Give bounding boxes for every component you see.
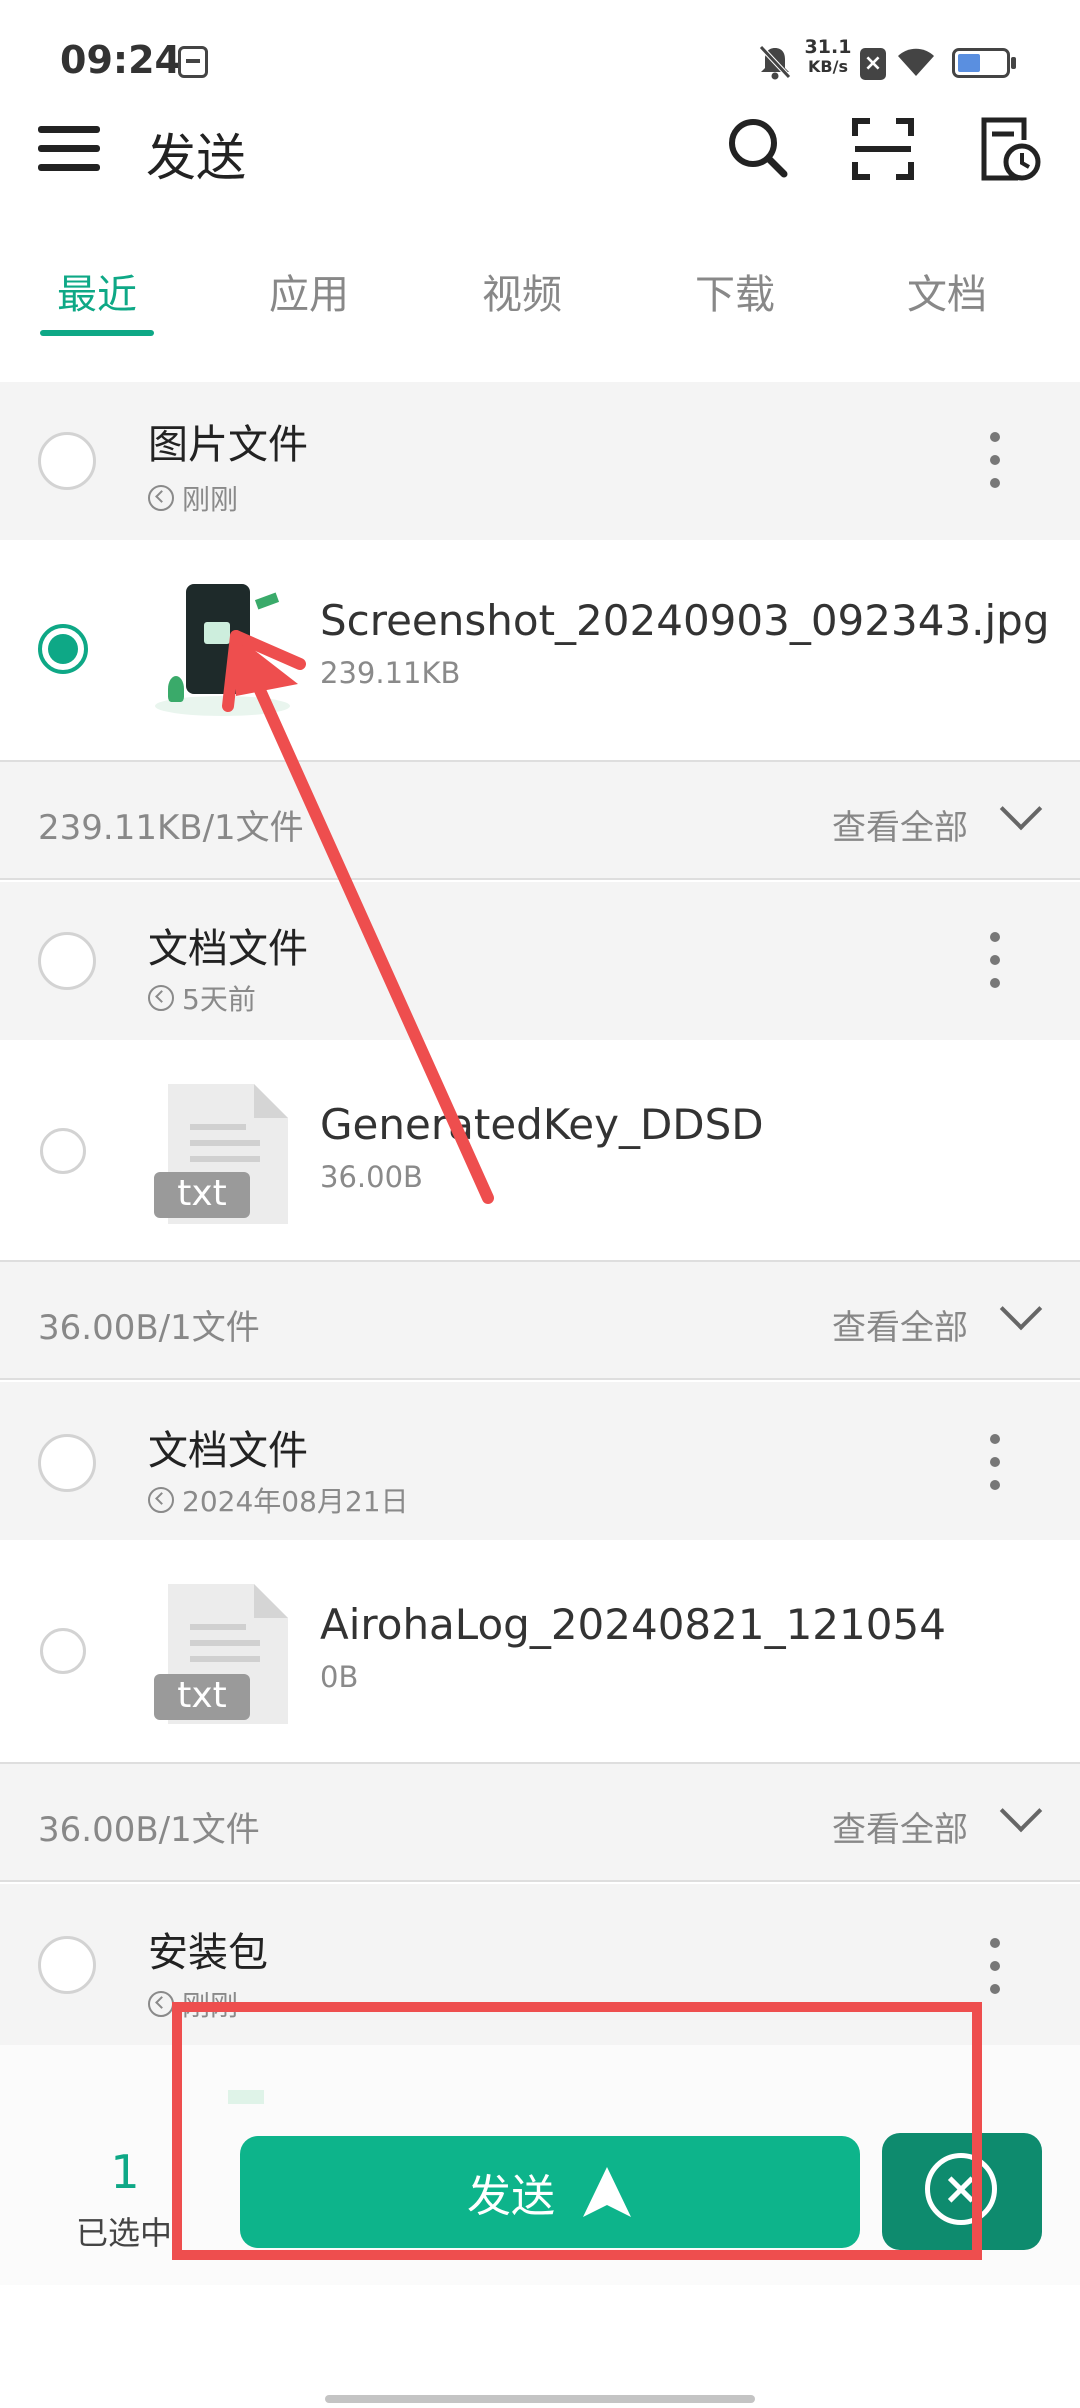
cancel-button[interactable] bbox=[882, 2133, 1042, 2250]
file-type-badge: txt bbox=[154, 1172, 250, 1218]
list-item[interactable]: Screenshot_20240903_092343.jpg 239.11KB bbox=[0, 540, 1080, 760]
clock-icon bbox=[148, 485, 174, 511]
more-options-icon[interactable] bbox=[990, 932, 1002, 1001]
file-select-radio[interactable] bbox=[38, 624, 88, 674]
battery-icon bbox=[952, 48, 1010, 78]
section-time-text: 刚刚 bbox=[182, 1989, 239, 2022]
chevron-down-icon[interactable] bbox=[999, 1789, 1043, 1833]
selected-count: 1 bbox=[110, 2145, 140, 2199]
search-icon[interactable] bbox=[726, 116, 790, 180]
view-all-link[interactable]: 查看全部 bbox=[832, 1300, 968, 1349]
file-name: Screenshot_20240903_092343.jpg bbox=[320, 596, 1050, 645]
network-speed-value: 31.1 bbox=[804, 36, 852, 58]
file-size: 0B bbox=[320, 1660, 359, 1694]
home-indicator[interactable] bbox=[325, 2395, 755, 2403]
file-select-radio[interactable] bbox=[40, 1128, 86, 1174]
clock-icon bbox=[148, 985, 174, 1011]
network-speed: 31.1 KB/s bbox=[803, 36, 853, 77]
tab-recent[interactable]: 最近 bbox=[22, 262, 172, 320]
list-item[interactable]: txt GeneratedKey_DDSD 36.00B bbox=[0, 1040, 1080, 1260]
section-summary: 36.00B/1文件 查看全部 bbox=[0, 1260, 1080, 1380]
section-time: 刚刚 bbox=[148, 1984, 238, 2024]
tab-downloads[interactable]: 下载 bbox=[660, 262, 810, 320]
menu-button[interactable] bbox=[38, 122, 100, 176]
history-icon[interactable] bbox=[978, 114, 1042, 182]
section-time-text: 5天前 bbox=[182, 983, 256, 1016]
section-time-text: 2024年08月21日 bbox=[182, 1485, 409, 1518]
apk-thumbnail-partial bbox=[228, 2090, 264, 2104]
section-title: 安装包 bbox=[148, 1930, 268, 1976]
summary-size: 239.11KB/1文件 bbox=[38, 808, 304, 848]
image-thumbnail bbox=[150, 578, 300, 728]
summary-size: 36.00B/1文件 bbox=[38, 1810, 260, 1850]
tab-videos[interactable]: 视频 bbox=[447, 262, 597, 320]
file-size: 36.00B bbox=[320, 1160, 423, 1194]
section-select-radio[interactable] bbox=[38, 1434, 96, 1492]
send-button-label: 发送 bbox=[467, 2171, 555, 2222]
section-header-images: 图片文件 刚刚 bbox=[0, 382, 1080, 540]
scan-icon[interactable] bbox=[852, 118, 914, 180]
send-arrow-icon bbox=[583, 2167, 631, 2217]
file-select-radio[interactable] bbox=[40, 1628, 86, 1674]
chevron-down-icon[interactable] bbox=[999, 787, 1043, 831]
status-bar: 09:24 31.1 KB/s × bbox=[0, 0, 1080, 120]
mute-icon bbox=[759, 45, 791, 80]
file-name: AirohaLog_20240821_121054 bbox=[320, 1600, 946, 1649]
tab-apps[interactable]: 应用 bbox=[234, 262, 384, 320]
network-speed-unit: KB/s bbox=[808, 57, 848, 76]
tab-documents[interactable]: 文档 bbox=[872, 262, 1022, 320]
clock-icon bbox=[148, 1991, 174, 2017]
section-time: 刚刚 bbox=[148, 478, 238, 518]
file-size: 239.11KB bbox=[320, 656, 461, 690]
summary-size: 36.00B/1文件 bbox=[38, 1308, 260, 1348]
more-options-icon[interactable] bbox=[990, 1434, 1002, 1503]
wifi-icon bbox=[898, 48, 934, 76]
clock-icon bbox=[148, 1487, 174, 1513]
chevron-down-icon[interactable] bbox=[999, 1287, 1043, 1331]
section-summary: 239.11KB/1文件 查看全部 bbox=[0, 760, 1080, 880]
section-select-radio[interactable] bbox=[38, 1936, 96, 1994]
section-time: 5天前 bbox=[148, 978, 256, 1018]
section-select-radio[interactable] bbox=[38, 932, 96, 990]
section-time-text: 刚刚 bbox=[182, 483, 239, 516]
no-sim-icon: × bbox=[860, 48, 886, 80]
more-options-icon[interactable] bbox=[990, 1938, 1002, 2007]
view-all-link[interactable]: 查看全部 bbox=[832, 800, 968, 849]
page-title: 发送 bbox=[146, 129, 246, 187]
view-all-link[interactable]: 查看全部 bbox=[832, 1802, 968, 1851]
section-header-documents: 文档文件 5天前 bbox=[0, 882, 1080, 1040]
more-options-icon[interactable] bbox=[990, 432, 1002, 501]
section-summary: 36.00B/1文件 查看全部 bbox=[0, 1762, 1080, 1882]
tab-indicator bbox=[40, 330, 154, 336]
section-select-radio[interactable] bbox=[38, 432, 96, 490]
section-header-packages: 安装包 刚刚 bbox=[0, 1884, 1080, 2046]
status-time: 09:24 bbox=[60, 38, 181, 82]
file-type-badge: txt bbox=[154, 1674, 250, 1720]
section-time: 2024年08月21日 bbox=[148, 1480, 409, 1520]
battery-tip bbox=[1011, 57, 1016, 69]
notification-icon bbox=[178, 46, 208, 78]
send-button[interactable]: 发送 bbox=[240, 2136, 860, 2248]
section-title: 文档文件 bbox=[148, 1428, 308, 1474]
section-title: 图片文件 bbox=[148, 422, 308, 468]
section-header-documents: 文档文件 2024年08月21日 bbox=[0, 1382, 1080, 1540]
selected-label: 已选中 bbox=[76, 2214, 173, 2252]
file-name: GeneratedKey_DDSD bbox=[320, 1100, 764, 1149]
close-icon bbox=[925, 2153, 997, 2225]
section-title: 文档文件 bbox=[148, 926, 308, 972]
list-item[interactable]: txt AirohaLog_20240821_121054 0B bbox=[0, 1540, 1080, 1760]
